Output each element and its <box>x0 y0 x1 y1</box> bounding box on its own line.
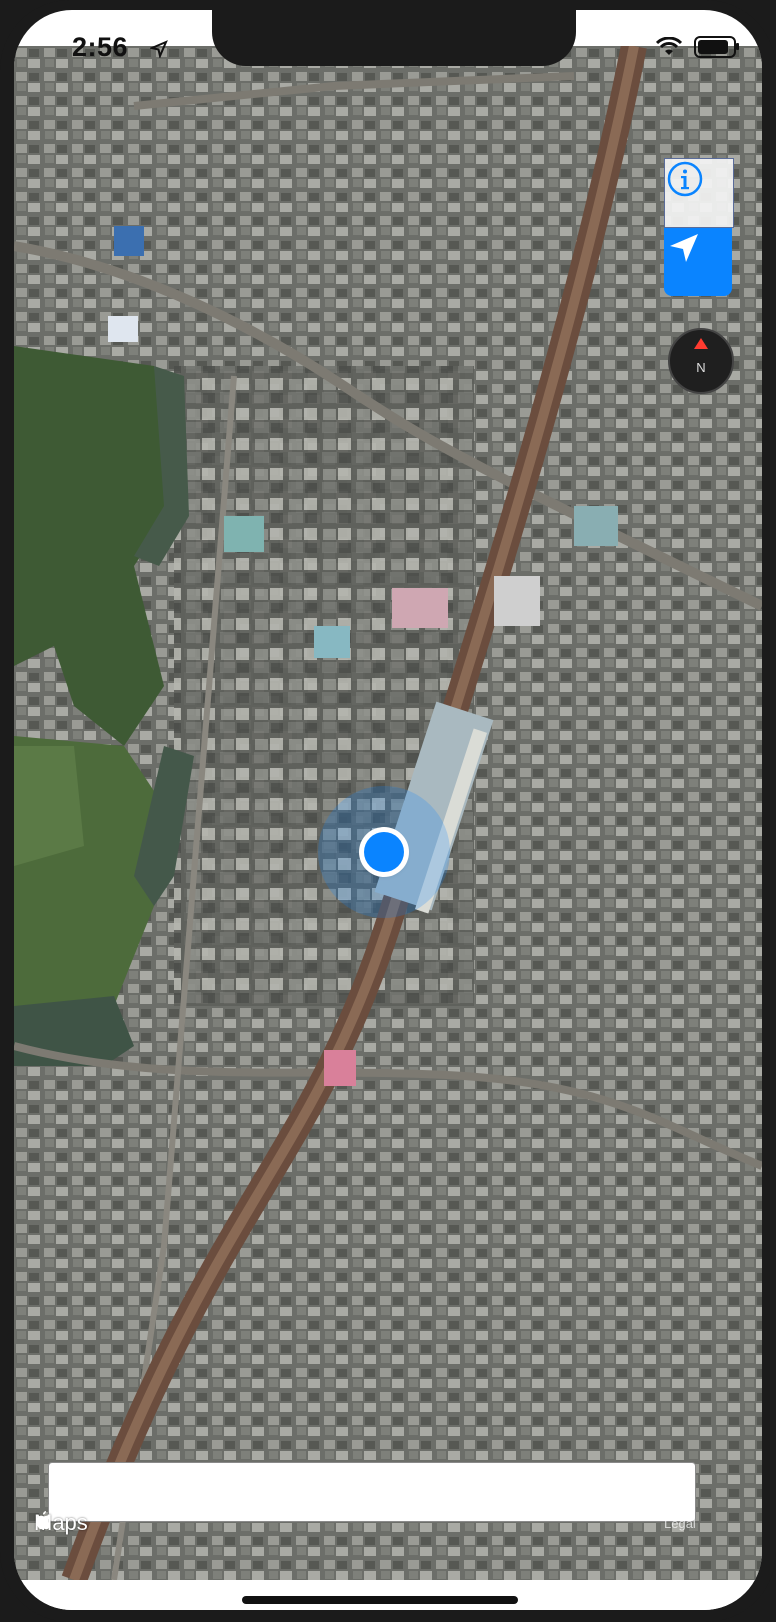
status-indicators <box>656 36 739 58</box>
status-time: 2:56 <box>72 32 129 62</box>
screen: N Maps Legal 2:56 <box>14 10 762 1610</box>
battery-icon <box>694 36 739 58</box>
phone-frame: N Maps Legal 2:56 <box>0 0 776 1622</box>
track-user-location-button[interactable] <box>664 228 732 296</box>
apple-logo-icon <box>36 1511 51 1530</box>
maps-logo: Maps <box>34 1510 88 1536</box>
search-bar[interactable] <box>48 1462 696 1522</box>
info-button[interactable] <box>664 158 734 228</box>
compass-button[interactable]: N <box>668 328 734 394</box>
home-area <box>14 1580 762 1610</box>
home-indicator[interactable] <box>242 1596 518 1604</box>
location-arrow-icon <box>150 40 168 58</box>
satellite-map[interactable]: N Maps Legal <box>14 46 762 1580</box>
legal-link[interactable]: Legal <box>664 1516 696 1531</box>
compass-north-label: N <box>696 359 706 375</box>
info-icon <box>667 161 703 197</box>
navigation-arrow-icon <box>670 234 698 262</box>
user-location-dot[interactable] <box>364 832 404 872</box>
wifi-icon <box>656 37 682 55</box>
device-notch <box>212 10 576 66</box>
compass-needle-icon <box>694 338 708 349</box>
